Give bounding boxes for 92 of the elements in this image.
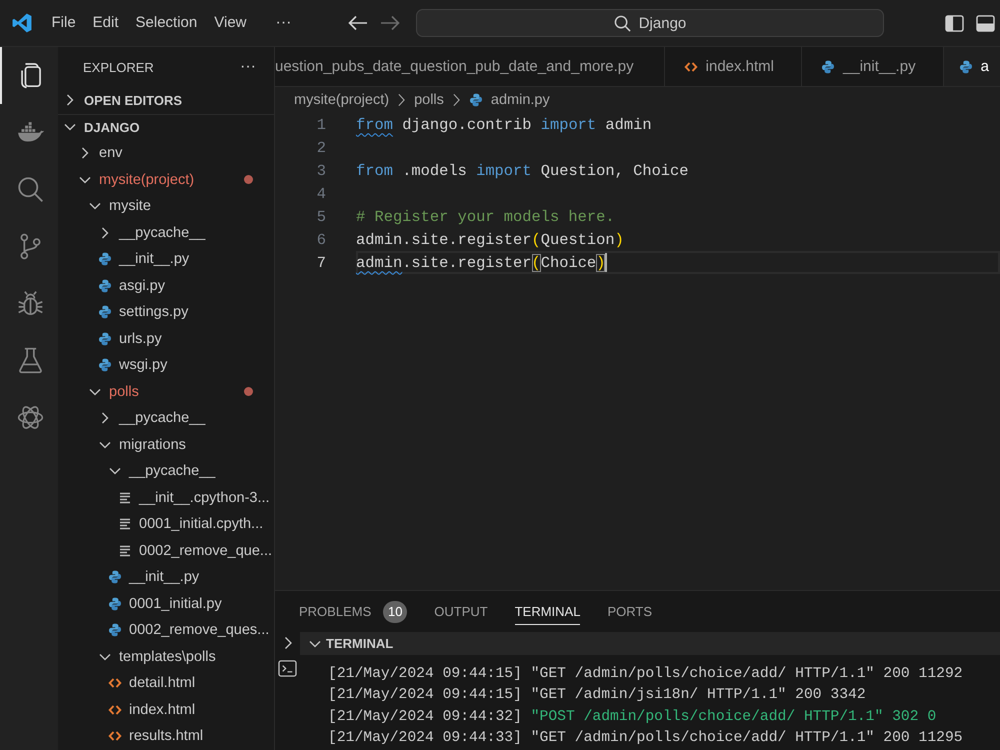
tree-item[interactable]: mysite(project) — [99, 172, 194, 188]
python-file-icon — [98, 332, 112, 346]
terminal-line: [21/May/2024 09:44:33] "GET /admin/polls/choice/add/ HTTP/1.1" 200 11295 — [328, 728, 964, 748]
menu-item[interactable]: Selection — [127, 12, 206, 34]
tree-item[interactable]: 0001_initial.py — [129, 596, 222, 612]
section-header[interactable]: DJANGO — [84, 120, 140, 135]
python-file-icon — [98, 252, 112, 266]
flask-icon[interactable] — [16, 347, 44, 374]
angle-brackets-icon — [108, 702, 122, 717]
bug-icon[interactable] — [16, 290, 44, 317]
editor-tab[interactable]: index.html — [664, 47, 802, 86]
menu-item[interactable]: Edit — [84, 12, 128, 34]
tree-item[interactable]: urls.py — [119, 330, 162, 347]
angle-brackets-icon — [684, 60, 698, 74]
tree-item[interactable]: results.html — [129, 728, 204, 744]
code-line: admin.site.register(Choice) — [356, 254, 606, 272]
angle-brackets-icon — [108, 676, 122, 690]
text-lines-icon — [118, 490, 132, 505]
atom-icon[interactable] — [16, 404, 44, 431]
line-number: 1 — [316, 116, 326, 134]
tree-item[interactable]: __init__.py — [129, 569, 200, 586]
panel-tab[interactable]: TERMINAL — [514, 598, 580, 624]
terminal-line: [21/May/2024 09:44:15] "GET /admin/polls/choice/add/ HTTP/1.1" 200 11292 — [328, 665, 964, 684]
tree-item[interactable]: polls — [109, 384, 139, 400]
line-number: 5 — [316, 208, 326, 226]
more-actions-button[interactable]: ··· — [240, 58, 256, 76]
terminal-line: [21/May/2024 09:44:15] "GET /admin/jsi18n/ HTTP/1.1" 200 3342 — [328, 686, 867, 706]
angle-brackets-icon — [108, 729, 122, 744]
tree-item[interactable]: migrations — [119, 436, 186, 453]
line-number: 3 — [316, 162, 326, 180]
tree-item[interactable]: 0002_remove_ques... — [129, 622, 270, 638]
bottom-pane-layout-icon[interactable] — [976, 14, 995, 32]
more-menu-button[interactable]: ··· — [267, 12, 300, 34]
text-lines-icon — [118, 517, 132, 532]
menu-item[interactable]: View — [206, 12, 255, 34]
search-icon — [614, 14, 631, 32]
panel-tab[interactable]: PORTS — [607, 598, 652, 624]
terminal-icon[interactable] — [278, 660, 297, 677]
tree-item[interactable]: settings.py — [119, 304, 188, 320]
editor-tab[interactable]: uestion_pubs_date_question_pub_date_and_more.py — [275, 47, 665, 86]
python-file-icon — [468, 93, 483, 107]
python-file-icon — [108, 570, 122, 584]
section-header[interactable]: OPEN EDITORS — [84, 92, 182, 108]
search-box[interactable]: Django — [416, 9, 884, 37]
section-header[interactable]: TERMINAL — [326, 636, 394, 651]
tree-item[interactable]: detail.html — [129, 675, 196, 692]
python-file-icon — [821, 60, 836, 74]
tree-item[interactable]: mysite — [109, 198, 151, 214]
panel-tab[interactable]: OUTPUT — [434, 598, 488, 624]
python-file-icon — [98, 358, 112, 372]
tree-item[interactable]: __pycache__ — [119, 410, 206, 426]
editor-tab[interactable]: a — [944, 47, 1000, 86]
code-line: from django.contrib import admin — [356, 116, 652, 134]
panel-tab[interactable]: PROBLEMS 10 — [299, 598, 408, 624]
search-icon[interactable] — [16, 176, 44, 203]
text-lines-icon — [118, 544, 132, 558]
left-pane-layout-icon[interactable] — [945, 14, 964, 32]
tree-item[interactable]: wsgi.py — [119, 357, 168, 374]
count-badge: 10 — [383, 600, 408, 622]
tree-item[interactable]: __init__.cpython-3... — [139, 490, 270, 506]
python-file-icon — [108, 623, 122, 638]
python-file-icon — [958, 60, 973, 74]
python-file-icon — [98, 278, 112, 293]
tree-item[interactable]: asgi.py — [119, 278, 165, 294]
code-line: from .models import Question, Choice — [356, 162, 689, 180]
tree-item[interactable]: __pycache__ — [119, 224, 206, 241]
tree-item[interactable]: __init__.py — [119, 251, 190, 268]
chevron-right-icon — [452, 93, 461, 107]
arrow-left-icon[interactable] — [348, 15, 368, 31]
python-file-icon — [108, 596, 122, 611]
app-logo — [11, 12, 33, 34]
tree-item[interactable]: env — [99, 145, 122, 162]
code-line: admin.site.register(Question) — [356, 230, 624, 248]
tree-item[interactable]: templates\polls — [119, 648, 216, 665]
tree-item[interactable]: 0001_initial.cpyth... — [139, 516, 264, 532]
code-line: # Register your models here. — [356, 208, 615, 226]
tree-item[interactable]: index.html — [129, 702, 196, 718]
line-number: 7 — [316, 254, 326, 272]
line-number: 4 — [316, 184, 326, 202]
panel-title: EXPLORER — [83, 60, 154, 74]
breadcrumb-item[interactable]: admin.py — [468, 92, 550, 108]
tree-item[interactable]: 0002_remove_que... — [139, 542, 272, 559]
menu-item[interactable]: File — [43, 12, 84, 34]
tree-item[interactable]: __pycache__ — [129, 463, 216, 480]
python-file-icon — [98, 305, 112, 320]
chevron-right-icon — [397, 93, 406, 107]
active-indicator — [0, 47, 2, 104]
line-number: 6 — [316, 230, 326, 248]
breadcrumb-item[interactable]: polls — [414, 92, 444, 108]
breadcrumb-item[interactable]: mysite(project) — [294, 92, 390, 108]
terminal-line: [21/May/2024 09:44:32] "POST /admin/polls/choice/add/ HTTP/1.1" 302 0 — [328, 708, 938, 727]
line-number: 2 — [316, 138, 326, 156]
